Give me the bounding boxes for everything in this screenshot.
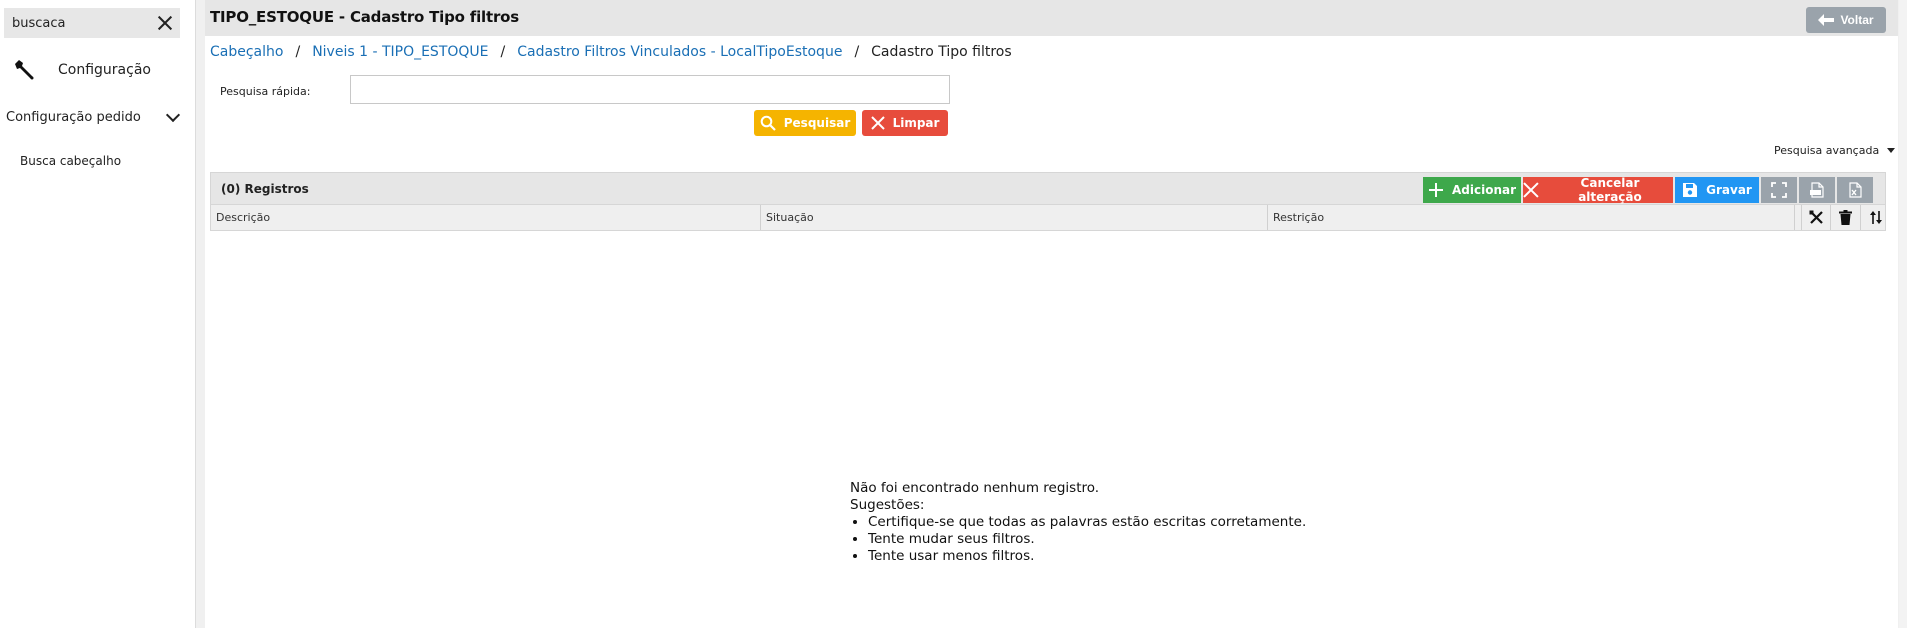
empty-state: Não foi encontrado nenhum registro. Suge…: [850, 480, 1306, 565]
floppy-disk-icon: [1683, 183, 1698, 197]
sidebar-item-busca-cabecalho[interactable]: Busca cabeçalho: [20, 154, 121, 168]
record-count: (0) Registros: [221, 182, 309, 196]
close-icon: [870, 116, 885, 130]
export-csv-button[interactable]: [1799, 177, 1835, 203]
title-bar: TIPO_ESTOQUE - Cadastro Tipo filtros Vol…: [205, 0, 1898, 36]
empty-state-tip: Tente usar menos filtros.: [868, 548, 1306, 565]
breadcrumb-separator: /: [854, 44, 860, 60]
sort-column-button[interactable]: [1861, 205, 1891, 230]
vertical-scrollbar[interactable]: [1899, 0, 1907, 628]
arrow-left-icon: [1818, 14, 1835, 26]
chevron-down-icon: [165, 107, 181, 122]
empty-state-tip: Tente mudar seus filtros.: [868, 531, 1306, 548]
column-header-restricao[interactable]: Restrição: [1268, 205, 1795, 230]
back-button-label: Voltar: [1840, 13, 1874, 27]
sidebar-search-input[interactable]: [12, 15, 152, 31]
advanced-search-toggle[interactable]: Pesquisa avançada: [1774, 144, 1896, 157]
export-xls-button[interactable]: [1837, 177, 1873, 203]
search-button-label: Pesquisar: [783, 116, 851, 130]
app-window: Configuração Configuração pedido Busca c…: [0, 0, 1907, 628]
empty-state-suggestions-title: Sugestões:: [850, 497, 925, 513]
clear-button-label: Limpar: [892, 116, 940, 130]
breadcrumb: Cabeçalho / Niveis 1 - TIPO_ESTOQUE / Ca…: [210, 44, 1012, 60]
cancel-changes-label: Cancelar alteração: [1578, 176, 1642, 204]
advanced-search-label: Pesquisa avançada: [1774, 144, 1880, 157]
quick-search-label: Pesquisa rápida:: [220, 85, 311, 98]
tools-icon: [1809, 210, 1823, 224]
sidebar-search: [4, 8, 180, 38]
add-button-label: Adicionar: [1451, 183, 1517, 197]
xls-file-icon: [1849, 182, 1862, 198]
breadcrumb-link-cabecalho[interactable]: Cabeçalho: [210, 44, 283, 60]
search-button[interactable]: Pesquisar: [754, 110, 856, 136]
trash-icon: [1839, 210, 1852, 225]
wrench-icon: [15, 60, 34, 80]
cancel-changes-button[interactable]: Cancelar alteração: [1523, 176, 1673, 204]
breadcrumb-separator: /: [295, 44, 301, 60]
plus-icon: [1428, 183, 1443, 197]
sidebar-config-label: Configuração: [58, 62, 151, 78]
save-button-label: Gravar: [1706, 183, 1752, 197]
clear-button[interactable]: Limpar: [862, 110, 948, 136]
sort-icon: [1870, 211, 1882, 224]
empty-state-message: Não foi encontrado nenhum registro.: [850, 480, 1100, 496]
grid-header: Descrição Situação Restrição: [210, 205, 1886, 231]
quick-search-input[interactable]: [350, 75, 950, 104]
grid-toolbar: (0) Registros Adicionar Cancelar alteraç…: [210, 172, 1886, 205]
breadcrumb-current: Cadastro Tipo filtros: [871, 44, 1012, 60]
delete-column-button[interactable]: [1831, 205, 1861, 230]
breadcrumb-link-niveis[interactable]: Niveis 1 - TIPO_ESTOQUE: [312, 44, 488, 60]
save-button[interactable]: Gravar: [1675, 177, 1759, 203]
empty-state-tip: Certifique-se que todas as palavras estã…: [868, 514, 1306, 531]
page-title: TIPO_ESTOQUE - Cadastro Tipo filtros: [210, 8, 520, 26]
sidebar-section-configuracao-pedido[interactable]: Configuração pedido: [6, 107, 182, 125]
close-icon: [1523, 182, 1539, 198]
breadcrumb-separator: /: [500, 44, 506, 60]
sidebar: Configuração Configuração pedido Busca c…: [0, 0, 196, 628]
search-icon: [760, 115, 776, 131]
back-button[interactable]: Voltar: [1806, 7, 1886, 33]
empty-state-tips: Certifique-se que todas as palavras estã…: [868, 514, 1306, 565]
close-icon[interactable]: [156, 14, 174, 32]
csv-file-icon: [1810, 182, 1824, 198]
add-button[interactable]: Adicionar: [1423, 177, 1521, 203]
fullscreen-button[interactable]: [1761, 177, 1797, 203]
column-header-situacao[interactable]: Situação: [761, 205, 1268, 230]
column-settings-button[interactable]: [1801, 205, 1831, 230]
expand-icon: [1771, 182, 1787, 198]
breadcrumb-link-filtros-vinculados[interactable]: Cadastro Filtros Vinculados - LocalTipoE…: [517, 44, 842, 60]
caret-down-icon: [1887, 148, 1896, 153]
column-header-descricao[interactable]: Descrição: [211, 205, 761, 230]
sidebar-section-label: Configuração pedido: [6, 110, 141, 125]
sidebar-item-configuracao[interactable]: Configuração: [12, 58, 151, 82]
main-content: TIPO_ESTOQUE - Cadastro Tipo filtros Vol…: [205, 0, 1898, 628]
